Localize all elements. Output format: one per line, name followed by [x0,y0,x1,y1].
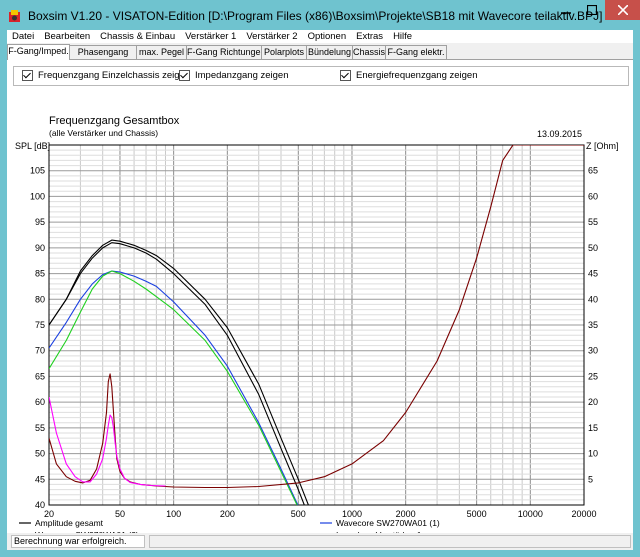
y-left-tick-label: 50 [35,449,45,459]
tab-0[interactable]: F-Gang/Imped. [7,44,70,60]
tab-5[interactable]: Bündelung [306,45,353,59]
menu-bar: Datei Bearbeiten Chassis & Einbau Verstärke… [7,30,633,43]
y-right-tick-label: 15 [588,423,598,433]
legend-label-0: Amplitude gesamt [35,518,104,528]
y-left-tick-label: 75 [35,320,45,330]
y-right-tick-label: 20 [588,397,598,407]
y-right-tick-label: 45 [588,269,598,279]
y-left-tick-label: 55 [35,423,45,433]
close-icon [617,5,628,15]
y-right-tick-label: 35 [588,320,598,330]
tab-1[interactable]: Phasengang [69,45,137,59]
tab-6[interactable]: Chassis [352,45,386,59]
tab-panel: Frequenzgang Einzelchassis zeigen Impeda… [7,59,633,534]
menu-item-7[interactable]: Hilfe [388,30,417,43]
menu-item-6[interactable]: Extras [351,30,388,43]
y-right-tick-label: 40 [588,294,598,304]
checkbox-checked-icon [22,70,33,81]
application-window: Boxsim V1.20 - VISATON-Edition [D:\Progr… [0,0,640,557]
chart-date: 13.09.2015 [537,129,582,139]
menu-item-1[interactable]: Bearbeiten [39,30,95,43]
menu-item-2[interactable]: Chassis & Einbau [95,30,180,43]
tab-4[interactable]: Polarplots [261,45,307,59]
x-tick-label: 200 [220,509,235,519]
menu-item-0[interactable]: Datei [7,30,39,43]
y-right-tick-label: 50 [588,243,598,253]
checkbox-label: Impedanzgang zeigen [195,70,289,81]
chart-title: Frequenzgang Gesamtbox [49,115,180,127]
checkbox-frequenzgang-einzelchassis[interactable]: Frequenzgang Einzelchassis zeigen [22,70,190,81]
y-axis-left-label: SPL [dB] [15,141,50,151]
y-left-tick-label: 45 [35,474,45,484]
y-right-tick-label: 60 [588,191,598,201]
checkbox-impedanzgang[interactable]: Impedanzgang zeigen [179,70,289,81]
x-tick-label: 100 [166,509,181,519]
y-left-tick-label: 105 [30,166,45,176]
legend-label-2: Wavecore SW270WA01 (1) [336,518,440,528]
y-left-tick-label: 60 [35,397,45,407]
x-tick-label: 500 [291,509,306,519]
display-options: Frequenzgang Einzelchassis zeigen Impeda… [13,66,629,86]
title-bar[interactable]: Boxsim V1.20 - VISATON-Edition [D:\Progr… [0,0,640,30]
x-tick-label: 20000 [571,509,596,519]
chart-subtitle: (alle Verstärker und Chassis) [49,128,158,138]
y-right-tick-label: 5 [588,474,593,484]
y-left-tick-label: 85 [35,269,45,279]
x-tick-label: 50 [115,509,125,519]
x-tick-label: 10000 [518,509,543,519]
status-bar: Berechnung war erfolgreich. [7,533,633,548]
menu-item-3[interactable]: Verstärker 1 [180,30,241,43]
window-title: Boxsim V1.20 - VISATON-Edition [D:\Progr… [28,9,603,23]
x-tick-label: 5000 [467,509,487,519]
minimize-button[interactable] [553,0,579,20]
checkbox-checked-icon [340,70,351,81]
y-right-tick-label: 55 [588,217,598,227]
menu-item-4[interactable]: Verstärker 2 [241,30,302,43]
menu-item-5[interactable]: Optionen [303,30,352,43]
y-left-tick-label: 70 [35,346,45,356]
status-message: Berechnung war erfolgreich. [11,535,145,548]
frequency-response-chart: Frequenzgang Gesamtbox(alle Verstärker u… [15,115,619,533]
status-panel [149,535,631,548]
y-left-tick-label: 65 [35,371,45,381]
tab-2[interactable]: max. Pegel [136,45,187,59]
checkbox-label: Energiefrequenzgang zeigen [356,70,478,81]
y-right-tick-label: 30 [588,346,598,356]
checkbox-energiefrequenzgang[interactable]: Energiefrequenzgang zeigen [340,70,477,81]
close-button[interactable] [605,0,640,20]
checkbox-label: Frequenzgang Einzelchassis zeigen [38,70,191,81]
checkbox-checked-icon [179,70,190,81]
y-left-tick-label: 90 [35,243,45,253]
minimize-icon [561,12,571,14]
y-left-tick-label: 80 [35,294,45,304]
y-left-tick-label: 100 [30,191,45,201]
y-left-tick-label: 95 [35,217,45,227]
tab-3[interactable]: F-Gang Richtungen [186,45,266,59]
tab-strip: F-Gang/Imped. Phasengang max. Pegel F-Gang … [7,44,633,60]
maximize-button[interactable] [579,0,605,20]
maximize-icon [587,5,597,15]
y-right-tick-label: 25 [588,371,598,381]
y-right-tick-label: 65 [588,166,598,176]
y-right-tick-label: 10 [588,449,598,459]
tab-7[interactable]: F-Gang elektr. [385,45,447,59]
boxsim-icon [9,10,20,22]
y-axis-right-label: Z [Ohm] [586,141,619,151]
client-area: Datei Bearbeiten Chassis & Einbau Verstärke… [7,30,633,550]
